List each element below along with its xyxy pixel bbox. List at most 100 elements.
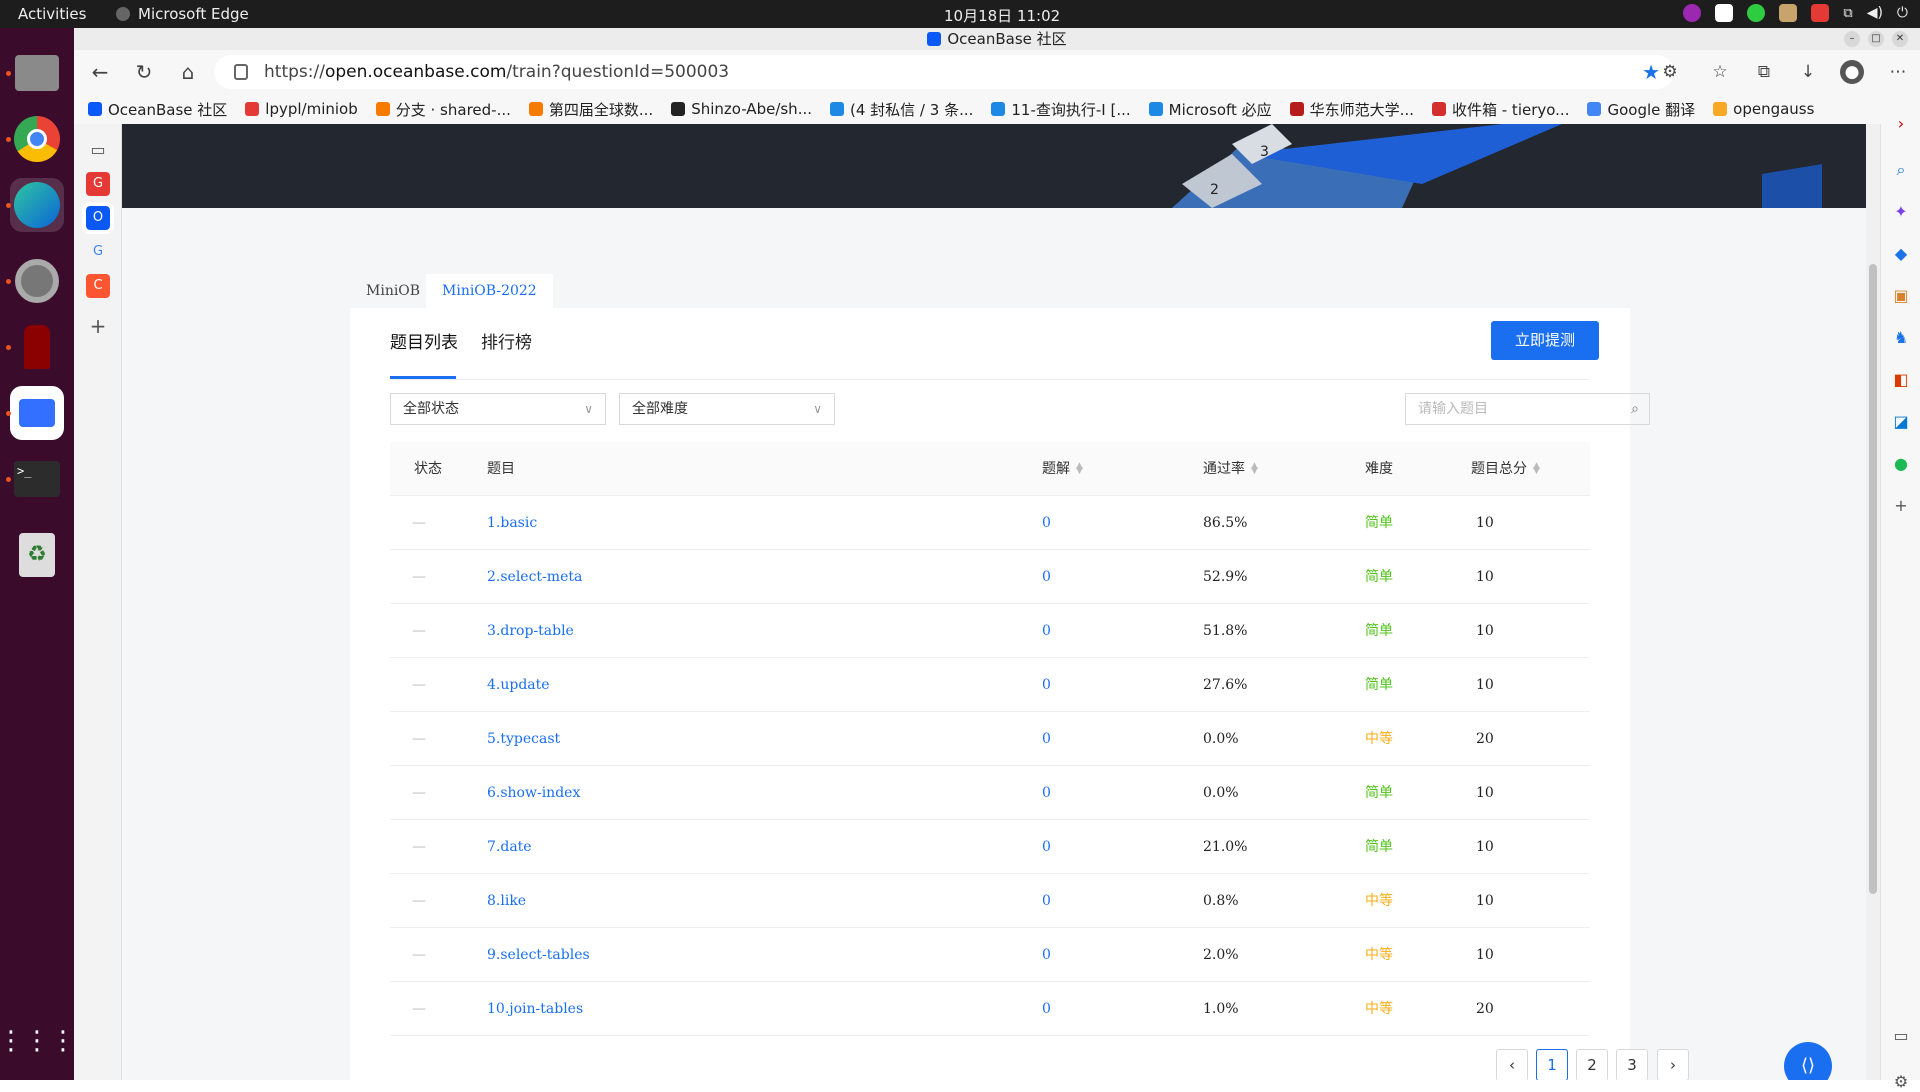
row-solutions-link[interactable]: 0 xyxy=(1042,766,1051,820)
games-icon[interactable]: ♞ xyxy=(1891,328,1911,348)
row-solutions-link[interactable]: 0 xyxy=(1042,604,1051,658)
tab-actions-icon[interactable]: ▭ xyxy=(86,138,110,162)
bookmark-item[interactable]: lpypl/miniob xyxy=(245,100,358,118)
new-tab-icon[interactable]: + xyxy=(86,314,110,338)
network-icon[interactable]: ⧉ xyxy=(1843,6,1852,21)
maximize-button[interactable]: □ xyxy=(1868,31,1884,47)
bookmark-item[interactable]: opengauss xyxy=(1713,100,1814,118)
shopping-tag-icon[interactable]: ◆ xyxy=(1891,244,1911,264)
bookmark-item[interactable]: OceanBase 社区 xyxy=(88,99,227,120)
copilot-icon[interactable]: ✦ xyxy=(1891,202,1911,222)
refresh-icon[interactable]: ↻ xyxy=(132,60,156,84)
bookmark-item[interactable]: 第四届全球数... xyxy=(528,99,653,120)
tab-gitee-favicon[interactable]: G xyxy=(86,172,110,196)
row-solutions-link[interactable]: 0 xyxy=(1042,820,1051,874)
spotify-icon[interactable]: ● xyxy=(1891,454,1911,474)
tools-icon[interactable]: ▣ xyxy=(1891,286,1911,306)
row-solutions-link[interactable]: 0 xyxy=(1042,496,1051,550)
next-page-button[interactable]: › xyxy=(1657,1049,1689,1080)
activities-button[interactable]: Activities xyxy=(18,5,86,23)
bookmark-item[interactable]: 收件箱 - tieryo... xyxy=(1431,99,1569,120)
tab-csdn-favicon[interactable]: C xyxy=(86,274,110,298)
tab-leaderboard[interactable]: 排行榜 xyxy=(481,328,532,353)
row-title-link[interactable]: 7.date xyxy=(487,820,532,874)
lock-icon[interactable] xyxy=(234,64,248,80)
prev-page-button[interactable]: ‹ xyxy=(1496,1049,1528,1080)
home-icon[interactable]: ⌂ xyxy=(176,60,200,84)
active-app-menu[interactable]: Microsoft Edge xyxy=(116,5,249,23)
row-title-link[interactable]: 1.basic xyxy=(487,496,537,550)
settings-dock-icon[interactable] xyxy=(6,254,64,308)
minimize-button[interactable]: – xyxy=(1844,31,1860,47)
status-filter-select[interactable]: 全部状态 ∨ xyxy=(390,393,606,425)
collections-icon[interactable]: ⧉ xyxy=(1752,60,1776,84)
tray-app-icon[interactable] xyxy=(1683,4,1702,22)
sort-icon[interactable]: ▲ ▼ xyxy=(1533,462,1540,476)
feishu-dock-icon[interactable] xyxy=(6,386,64,440)
edge-dock-icon[interactable] xyxy=(6,178,64,232)
tab-google-favicon[interactable]: G xyxy=(86,240,110,264)
show-apps-icon[interactable]: ⋮⋮⋮ xyxy=(0,1014,76,1068)
page-button-3[interactable]: 3 xyxy=(1616,1049,1648,1080)
problem-search-input[interactable]: 请输入题目 ⌕ xyxy=(1405,393,1650,425)
bookmark-item[interactable]: Google 翻译 xyxy=(1587,99,1695,120)
back-icon[interactable]: ← xyxy=(88,60,112,84)
power-icon[interactable]: ⏻ xyxy=(1897,5,1908,21)
tab-problem-list[interactable]: 题目列表 xyxy=(390,328,458,353)
bookmark-item[interactable]: 分支 · shared-... xyxy=(375,99,511,120)
column-score[interactable]: 题目总分 ▲ ▼ xyxy=(1471,442,1540,496)
sort-icon[interactable]: ▲ ▼ xyxy=(1076,462,1083,476)
bookmark-item[interactable]: Shinzo-Abe/sh... xyxy=(671,100,812,118)
profile-avatar[interactable]: ● xyxy=(1840,60,1864,84)
wechat-tray-icon[interactable] xyxy=(1747,4,1766,22)
close-button[interactable]: ✕ xyxy=(1892,31,1908,47)
page-button-2[interactable]: 2 xyxy=(1576,1049,1608,1080)
wine-dock-icon[interactable] xyxy=(6,320,64,374)
page-scrollbar[interactable] xyxy=(1866,124,1880,1080)
search-icon[interactable]: ⌕ xyxy=(1891,160,1911,180)
row-title-link[interactable]: 6.show-index xyxy=(487,766,580,820)
submit-test-button[interactable]: 立即提测 xyxy=(1491,321,1599,360)
tab-oceanbase-favicon[interactable]: O xyxy=(82,202,114,234)
clock[interactable]: 10月18日 11:02 xyxy=(944,5,1060,26)
row-solutions-link[interactable]: 0 xyxy=(1042,928,1051,982)
url-field[interactable]: https://open.oceanbase.com/train?questio… xyxy=(214,55,1674,89)
office-icon[interactable]: ◧ xyxy=(1891,370,1911,390)
row-title-link[interactable]: 5.typecast xyxy=(487,712,560,766)
bookmark-item[interactable]: 11-查询执行-I [... xyxy=(991,99,1131,120)
row-solutions-link[interactable]: 0 xyxy=(1042,658,1051,712)
feishu-tray-icon[interactable] xyxy=(1715,4,1734,22)
sort-icon[interactable]: ▲ ▼ xyxy=(1251,462,1258,476)
files-dock-icon[interactable] xyxy=(6,46,64,100)
chrome-dock-icon[interactable] xyxy=(6,112,64,166)
wps-tray-icon[interactable] xyxy=(1811,4,1830,22)
row-title-link[interactable]: 2.select-meta xyxy=(487,550,582,604)
help-chat-button[interactable]: ⟨⟩ xyxy=(1784,1042,1832,1080)
column-solutions[interactable]: 题解 ▲ ▼ xyxy=(1042,442,1083,496)
tab-miniob-2022[interactable]: MiniOB-2022 xyxy=(426,274,553,308)
search-icon[interactable]: ⌕ xyxy=(1631,394,1639,424)
row-title-link[interactable]: 8.like xyxy=(487,874,526,928)
downloads-icon[interactable]: ↓ xyxy=(1796,60,1820,84)
row-title-link[interactable]: 3.drop-table xyxy=(487,604,574,658)
sidebar-settings-icon[interactable]: ⚙ xyxy=(1891,1072,1911,1092)
terminal-dock-icon[interactable]: >_ xyxy=(6,452,64,506)
column-pass-rate[interactable]: 通过率 ▲ ▼ xyxy=(1203,442,1258,496)
trash-dock-icon[interactable]: ♻ xyxy=(10,528,64,582)
extensions-icon[interactable]: ⚙ xyxy=(1658,60,1682,84)
row-solutions-link[interactable]: 0 xyxy=(1042,712,1051,766)
bookmark-item[interactable]: 华东师范大学... xyxy=(1289,99,1414,120)
sidebar-split-icon[interactable]: ▭ xyxy=(1891,1026,1911,1046)
add-sidebar-app-icon[interactable]: + xyxy=(1891,496,1911,516)
row-solutions-link[interactable]: 0 xyxy=(1042,874,1051,928)
row-solutions-link[interactable]: 0 xyxy=(1042,982,1051,1036)
more-menu-icon[interactable]: ⋯ xyxy=(1886,60,1910,84)
row-title-link[interactable]: 10.join-tables xyxy=(487,982,583,1036)
tab-miniob[interactable]: MiniOB xyxy=(350,274,436,308)
row-solutions-link[interactable]: 0 xyxy=(1042,550,1051,604)
row-title-link[interactable]: 4.update xyxy=(487,658,550,712)
favorites-icon[interactable]: ☆ xyxy=(1708,60,1732,84)
page-button-1[interactable]: 1 xyxy=(1536,1049,1568,1080)
scrollbar-thumb[interactable] xyxy=(1869,264,1877,894)
row-title-link[interactable]: 9.select-tables xyxy=(487,928,590,982)
